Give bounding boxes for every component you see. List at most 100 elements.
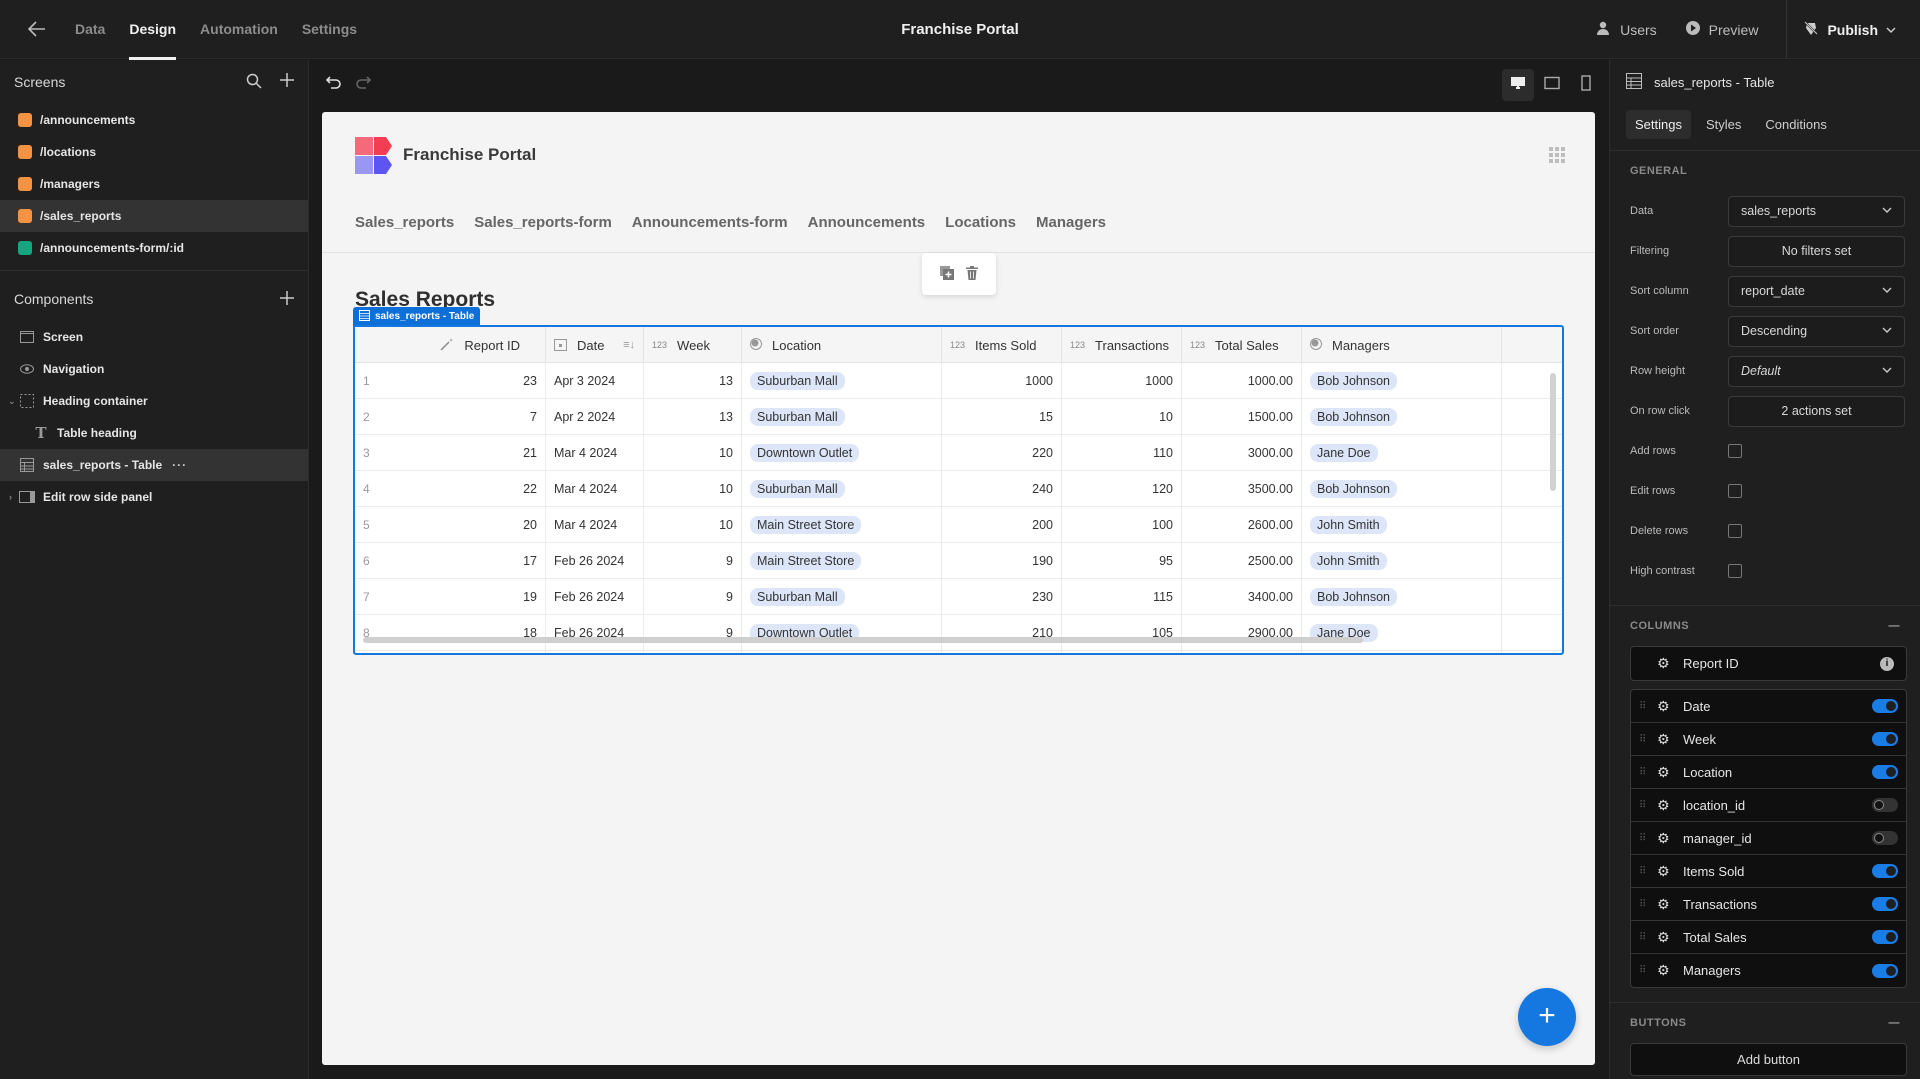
table-row[interactable]: 27 Apr 2 2024 13 Suburban Mall 15 10 150… (355, 399, 1562, 435)
screen-item[interactable]: /announcements (0, 104, 308, 136)
screen-item[interactable]: /announcements-form/:id (0, 232, 308, 264)
drag-handle-icon[interactable]: ⠿ (1639, 800, 1647, 811)
delete-icon[interactable] (966, 265, 978, 283)
checkbox[interactable] (1728, 564, 1742, 578)
table-row[interactable]: 5 20 Mar 4 2024 10 Main Street Store 200 … (355, 507, 1562, 543)
tab-styles[interactable]: Styles (1697, 110, 1750, 139)
tab-data[interactable]: Data (75, 0, 105, 59)
nav-link-managers[interactable]: Managers (1036, 214, 1106, 231)
mobile-view-button[interactable] (1570, 69, 1602, 101)
column-header-report-id[interactable]: Report ID (355, 327, 546, 363)
add-component-icon[interactable] (280, 290, 294, 308)
selected-component-tag[interactable]: sales_reports - Table (353, 307, 481, 326)
tab-conditions[interactable]: Conditions (1756, 110, 1835, 139)
row-height-select[interactable]: Default (1728, 355, 1905, 387)
collapse-icon[interactable]: — (1889, 620, 1901, 632)
gear-icon[interactable]: ⚙ (1657, 731, 1671, 748)
sort-column-select[interactable]: report_date (1728, 275, 1905, 307)
column-visibility-toggle[interactable] (1872, 831, 1898, 845)
checkbox[interactable] (1728, 524, 1742, 538)
column-visibility-toggle[interactable] (1872, 699, 1898, 713)
add-button[interactable]: Add button (1630, 1043, 1907, 1076)
tablet-view-button[interactable] (1536, 69, 1568, 101)
table-row[interactable]: 4 22 Mar 4 2024 10 Suburban Mall 240 120 … (355, 471, 1562, 507)
tab-automation[interactable]: Automation (200, 0, 278, 59)
gear-icon[interactable]: ⚙ (1657, 863, 1671, 880)
duplicate-icon[interactable] (940, 265, 954, 283)
checkbox[interactable] (1728, 444, 1742, 458)
table-row[interactable]: 8 18 Feb 26 2024 9 Downtown Outlet 210 10… (355, 615, 1562, 651)
preview-button[interactable]: Preview (1685, 20, 1758, 39)
table-row[interactable]: 6 17 Feb 26 2024 9 Main Street Store 190 … (355, 543, 1562, 579)
column-header-items-sold[interactable]: 123 Items Sold (942, 327, 1062, 363)
gear-icon[interactable]: ⚙ (1657, 929, 1671, 946)
column-visibility-toggle[interactable] (1872, 897, 1898, 911)
gear-icon[interactable]: ⚙ (1657, 896, 1671, 913)
screen-item[interactable]: /sales_reports (0, 200, 308, 232)
desktop-view-button[interactable] (1502, 69, 1534, 101)
horizontal-scrollbar[interactable] (363, 637, 1363, 643)
column-header-date[interactable]: Date ≡↓ (546, 327, 644, 363)
component-heading-container[interactable]: ⌄ Heading container (0, 385, 308, 417)
drag-handle-icon[interactable]: ⠿ (1639, 899, 1647, 910)
tab-settings[interactable]: Settings (1626, 109, 1691, 139)
column-header-week[interactable]: 123 Week (644, 327, 742, 363)
nav-link-announcements-form[interactable]: Announcements-form (632, 214, 788, 231)
component-navigation[interactable]: Navigation (0, 353, 308, 385)
screen-item[interactable]: /locations (0, 136, 308, 168)
nav-link-announcements[interactable]: Announcements (808, 214, 926, 231)
column-header-transactions[interactable]: 123 Transactions (1062, 327, 1182, 363)
data-select[interactable]: sales_reports (1728, 195, 1905, 227)
collapse-icon[interactable]: — (1889, 1017, 1901, 1029)
gear-icon[interactable]: ⚙ (1657, 830, 1671, 847)
on-row-click-button[interactable]: 2 actions set (1728, 395, 1905, 427)
add-screen-icon[interactable] (280, 72, 294, 92)
sort-descending-icon[interactable]: ≡↓ (623, 339, 635, 351)
more-options-icon[interactable]: ··· (172, 458, 187, 472)
drag-handle-icon[interactable]: ⠿ (1639, 932, 1647, 943)
redo-icon[interactable] (354, 74, 372, 97)
gear-icon[interactable]: ⚙ (1657, 764, 1671, 781)
component-edit-row-side-panel[interactable]: › Edit row side panel (0, 481, 308, 513)
drag-handle-icon[interactable]: ⠿ (1639, 965, 1647, 976)
column-visibility-toggle[interactable] (1872, 765, 1898, 779)
drag-handle-icon[interactable]: ⠿ (1639, 833, 1647, 844)
column-visibility-toggle[interactable] (1872, 864, 1898, 878)
checkbox[interactable] (1728, 484, 1742, 498)
gear-icon[interactable]: ⚙ (1657, 962, 1671, 979)
search-icon[interactable] (246, 73, 262, 92)
nav-link-sales-reports-form[interactable]: Sales_reports-form (474, 214, 612, 231)
tab-settings[interactable]: Settings (302, 0, 357, 59)
publish-button[interactable]: Publish (1786, 0, 1920, 59)
column-header-managers[interactable]: Managers (1302, 327, 1502, 363)
tab-design[interactable]: Design (129, 0, 176, 60)
column-visibility-toggle[interactable] (1872, 798, 1898, 812)
undo-icon[interactable] (325, 74, 343, 97)
column-visibility-toggle[interactable] (1872, 963, 1898, 978)
column-visibility-toggle[interactable] (1872, 930, 1898, 944)
back-arrow-icon[interactable] (26, 18, 50, 42)
screen-item[interactable]: /managers (0, 168, 308, 200)
component-sales-reports-table[interactable]: sales_reports - Table ··· (0, 449, 308, 481)
chevron-down-icon[interactable]: ⌄ (8, 396, 16, 407)
component-table-heading[interactable]: T Table heading (0, 417, 308, 449)
table-row[interactable]: 915 Feb 19 2024 8 Downtown Outlet 200 10… (355, 651, 1562, 653)
info-icon[interactable]: i (1880, 656, 1894, 671)
sort-order-select[interactable]: Descending (1728, 315, 1905, 347)
column-header-total-sales[interactable]: 123 Total Sales (1182, 327, 1302, 363)
column-header-location[interactable]: Location (742, 327, 942, 363)
table-row[interactable]: 3 21 Mar 4 2024 10 Downtown Outlet 220 11… (355, 435, 1562, 471)
drag-handle-icon[interactable]: ⠿ (1639, 701, 1647, 712)
column-visibility-toggle[interactable] (1872, 732, 1898, 746)
component-screen[interactable]: Screen (0, 321, 308, 353)
table-row[interactable]: 7 19 Feb 26 2024 9 Suburban Mall 230 115 … (355, 579, 1562, 615)
drag-handle-icon[interactable]: ⠿ (1639, 866, 1647, 877)
app-grid-icon[interactable] (1549, 147, 1565, 163)
table-row[interactable]: 1 23 Apr 3 2024 13 Suburban Mall 1000 100… (355, 363, 1562, 399)
vertical-scrollbar[interactable] (1550, 373, 1556, 491)
nav-link-sales-reports[interactable]: Sales_reports (355, 214, 454, 231)
users-button[interactable]: Users (1596, 20, 1657, 39)
drag-handle-icon[interactable]: ⠿ (1639, 734, 1647, 745)
gear-icon[interactable]: ⚙ (1657, 655, 1671, 672)
nav-link-locations[interactable]: Locations (945, 214, 1016, 231)
